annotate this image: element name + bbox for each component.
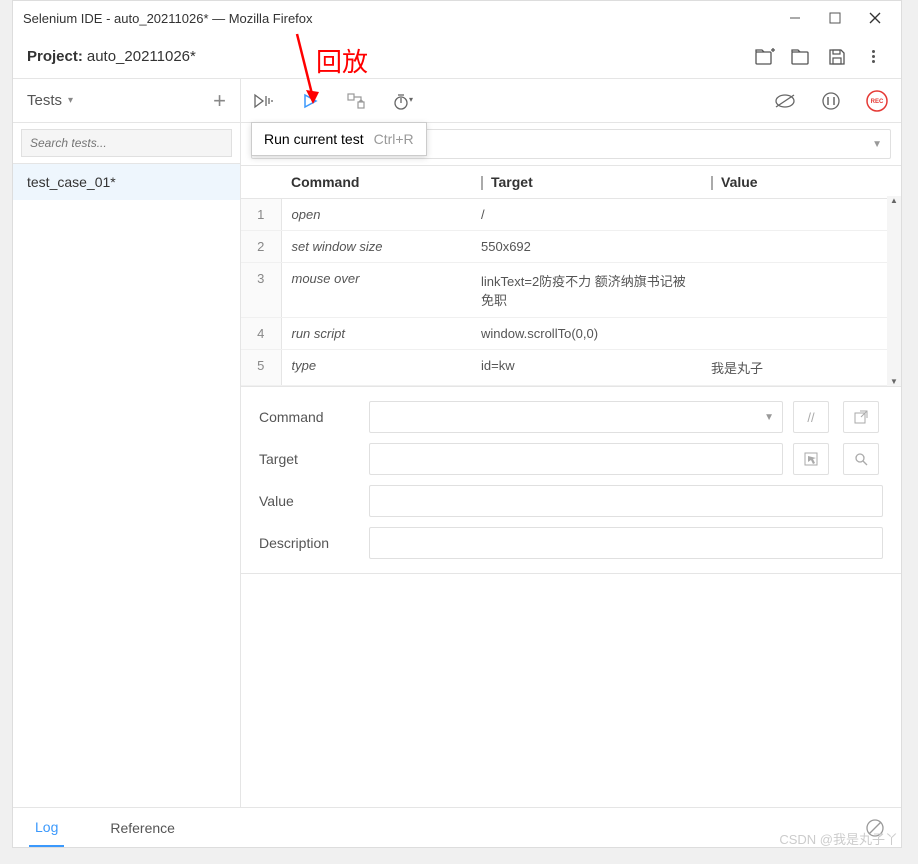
tooltip-shortcut: Ctrl+R: [374, 131, 414, 147]
col-target[interactable]: Target: [471, 166, 701, 199]
cell-value: [701, 263, 901, 318]
watermark: CSDN @我是丸子丫: [779, 829, 898, 848]
tests-label: Tests: [27, 92, 62, 109]
row-number: 4: [241, 318, 281, 350]
row-number: 1: [241, 199, 281, 231]
cell-value: [701, 199, 901, 231]
more-menu-button[interactable]: [859, 43, 887, 71]
minimize-button[interactable]: [775, 4, 815, 32]
speed-button[interactable]: ▾: [389, 87, 417, 115]
search-box: [13, 123, 240, 164]
table-row[interactable]: 3mouse overlinkText=2防疫不力 额济纳旗书记被免职: [241, 263, 901, 318]
cell-command: run script: [281, 318, 471, 350]
app-window: Selenium IDE - auto_20211026* — Mozilla …: [12, 0, 902, 848]
description-input[interactable]: [369, 527, 883, 559]
run-current-button[interactable]: Run current test Ctrl+R: [297, 87, 325, 115]
command-table: Command Target Value 1open/2set window s…: [241, 166, 901, 386]
table-row[interactable]: 2set window size550x692: [241, 231, 901, 263]
tab-reference[interactable]: Reference: [104, 810, 181, 846]
table-row[interactable]: 5typeid=kw我是丸子: [241, 350, 901, 386]
window-title: Selenium IDE - auto_20211026* — Mozilla …: [23, 11, 313, 26]
add-test-button[interactable]: +: [213, 88, 226, 114]
value-label: Value: [259, 493, 359, 509]
test-list: test_case_01*: [13, 164, 240, 807]
search-input[interactable]: [21, 129, 232, 157]
cell-target: linkText=2防疫不力 额济纳旗书记被免职: [471, 263, 701, 318]
command-table-wrap: Command Target Value 1open/2set window s…: [241, 166, 901, 387]
sidebar: Tests ▾ + test_case_01*: [13, 79, 241, 807]
cell-command: open: [281, 199, 471, 231]
open-project-button[interactable]: [787, 43, 815, 71]
cell-command: set window size: [281, 231, 471, 263]
col-value[interactable]: Value: [701, 166, 901, 199]
tooltip-text: Run current test: [264, 131, 364, 147]
row-number: 5: [241, 350, 281, 386]
cell-target: id=kw: [471, 350, 701, 386]
cell-target: window.scrollTo(0,0): [471, 318, 701, 350]
cell-command: type: [281, 350, 471, 386]
close-button[interactable]: [855, 4, 895, 32]
table-header-row: Command Target Value: [241, 166, 901, 199]
row-number: 2: [241, 231, 281, 263]
description-label: Description: [259, 535, 359, 551]
run-all-button[interactable]: [251, 87, 279, 115]
cell-value: 我是丸子: [701, 350, 901, 386]
cell-value: [701, 318, 901, 350]
titlebar: Selenium IDE - auto_20211026* — Mozilla …: [13, 1, 901, 35]
table-row[interactable]: 1open/: [241, 199, 901, 231]
disable-breakpoints-button[interactable]: [771, 87, 799, 115]
table-row[interactable]: 4run scriptwindow.scrollTo(0,0): [241, 318, 901, 350]
pause-on-exceptions-button[interactable]: [817, 87, 845, 115]
target-label: Target: [259, 451, 359, 467]
select-target-button[interactable]: [793, 443, 829, 475]
svg-text:REC: REC: [871, 99, 884, 105]
content-area: Run current test Ctrl+R ▾: [241, 79, 901, 807]
command-select[interactable]: ▼: [369, 401, 783, 433]
project-name: auto_20211026*: [87, 48, 196, 65]
target-input[interactable]: [369, 443, 783, 475]
tooltip: Run current test Ctrl+R: [251, 122, 427, 156]
value-input[interactable]: [369, 485, 883, 517]
toggle-comment-button[interactable]: //: [793, 401, 829, 433]
tab-log[interactable]: Log: [29, 809, 64, 847]
test-item[interactable]: test_case_01*: [13, 164, 240, 200]
tests-dropdown[interactable]: Tests ▾ +: [13, 79, 240, 123]
toolbar: Run current test Ctrl+R ▾: [241, 79, 901, 123]
new-project-button[interactable]: [751, 43, 779, 71]
cell-command: mouse over: [281, 263, 471, 318]
bottom-tabs: Log Reference: [13, 807, 901, 847]
cell-target: 550x692: [471, 231, 701, 263]
save-project-button[interactable]: [823, 43, 851, 71]
record-button[interactable]: REC: [863, 87, 891, 115]
command-label: Command: [259, 409, 359, 425]
chevron-down-icon: ▾: [68, 95, 73, 106]
scrollbar[interactable]: ▲▼: [887, 196, 901, 386]
project-label: Project:: [27, 48, 83, 65]
row-number: 3: [241, 263, 281, 318]
project-bar: Project: auto_20211026*: [13, 35, 901, 79]
find-target-button[interactable]: [843, 443, 879, 475]
svg-text:▾: ▾: [409, 95, 413, 104]
cell-value: [701, 231, 901, 263]
step-button[interactable]: [343, 87, 371, 115]
command-editor: Command ▼ // Target Value Description: [241, 387, 901, 574]
cell-target: /: [471, 199, 701, 231]
maximize-button[interactable]: [815, 4, 855, 32]
col-command[interactable]: Command: [281, 166, 471, 199]
open-docs-button[interactable]: [843, 401, 879, 433]
